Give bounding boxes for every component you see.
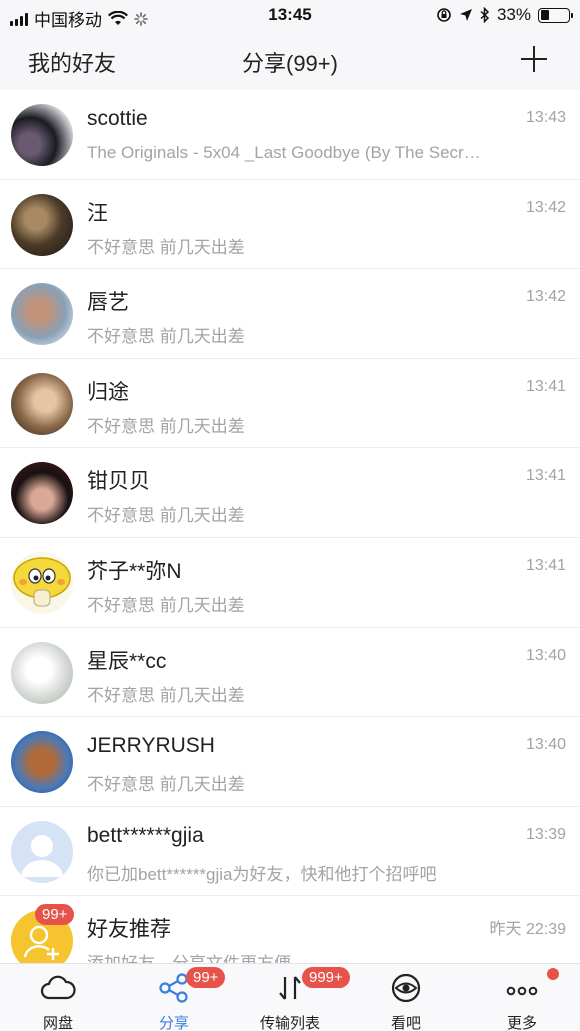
contact-name: 归途: [87, 380, 129, 404]
conversation-row[interactable]: 唇艺 不好意思 前几天出差 13:42: [0, 269, 580, 359]
battery-icon: [538, 7, 573, 23]
eye-icon: [391, 973, 421, 1003]
message-time: 13:40: [525, 736, 566, 754]
tab-more[interactable]: 更多: [464, 964, 580, 1031]
message-time: 昨天 22:39: [489, 921, 567, 939]
contact-name: 钳贝贝: [87, 470, 150, 494]
message-time: 13:43: [525, 109, 566, 126]
tab-label: 看吧: [390, 1015, 421, 1031]
contact-name: 唇艺: [87, 291, 129, 315]
tab-bar: 网盘 99+ 分享 999+ 传输列表 看吧 更多: [0, 963, 580, 1031]
last-message: 不好意思 前几天出差: [87, 416, 245, 436]
conversation-row[interactable]: 钳贝贝 不好意思 前几天出差 13:41: [0, 448, 580, 538]
last-message: 不好意思 前几天出差: [87, 775, 245, 795]
recommend-badge: 99+: [35, 904, 75, 926]
wifi-icon: [108, 10, 128, 25]
orientation-lock-icon: [437, 8, 451, 22]
avatar: [11, 551, 73, 614]
last-message: 不好意思 前几天出差: [87, 595, 245, 615]
contact-name: 星辰**cc: [87, 649, 167, 673]
carrier-info: 中国移动: [10, 6, 148, 31]
location-icon: [459, 9, 472, 21]
last-message: The Originals - 5x04 _Last Goodbye (By T…: [87, 143, 487, 162]
conversation-row[interactable]: bett******gjia 你已加bett******gjia为好友，快和他打…: [0, 806, 580, 897]
share-badge: 99+: [186, 967, 226, 988]
tab-label: 分享: [158, 1015, 189, 1031]
message-time: 13:39: [525, 825, 566, 843]
avatar: [11, 372, 73, 435]
cloud-icon: [40, 975, 76, 1000]
tab-label: 传输列表: [259, 1015, 320, 1031]
avatar: [11, 104, 73, 166]
notification-dot: [547, 968, 559, 980]
message-time: 13:42: [525, 198, 566, 216]
message-time: 13:41: [525, 556, 566, 574]
last-message: 添加好友，分享文件更方便: [87, 949, 487, 963]
status-right: 33%: [436, 5, 573, 25]
conversation-row[interactable]: scottie The Originals - 5x04 _Last Goodb…: [0, 90, 580, 180]
tab-transfer-list[interactable]: 999+ 传输列表: [232, 964, 350, 1031]
carrier-name: 中国移动: [34, 11, 102, 30]
plus-icon[interactable]: [518, 43, 550, 75]
conversation-row[interactable]: 归途 不好意思 前几天出差 13:41: [0, 358, 580, 449]
avatar: [11, 731, 73, 794]
status-bar: 中国移动 13:45 33%: [0, 0, 580, 32]
signal-icon: [10, 12, 28, 26]
conversation-row[interactable]: JERRYRUSH 不好意思 前几天出差 13:40: [0, 717, 580, 807]
avatar: [11, 641, 73, 704]
friend-recommend-row[interactable]: 99+ 好友推荐 添加好友，分享文件更方便 昨天 22:39: [0, 896, 580, 963]
last-message: 不好意思 前几天出差: [87, 506, 245, 526]
avatar: [11, 820, 73, 883]
avatar: [11, 283, 73, 346]
tab-label: 网盘: [42, 1015, 73, 1031]
avatar: [11, 462, 73, 525]
last-message: 不好意思 前几天出差: [87, 685, 245, 705]
tab-watch[interactable]: 看吧: [348, 964, 464, 1031]
message-time: 13:41: [525, 467, 566, 485]
message-time: 13:42: [525, 288, 566, 306]
last-message: 你已加bett******gjia为好友，快和他打个招呼吧: [87, 864, 437, 884]
battery-percent: 33%: [496, 5, 531, 24]
contact-name: scottie: [87, 107, 148, 130]
tab-label: 更多: [506, 1015, 537, 1031]
page-title: 分享(99+): [242, 51, 338, 76]
tab-netdisk[interactable]: 网盘: [0, 964, 116, 1031]
contact-name: bett******gjia: [87, 823, 204, 847]
conversation-row[interactable]: 星辰**cc 不好意思 前几天出差 13:40: [0, 627, 580, 718]
transfer-badge: 999+: [302, 967, 350, 988]
loading-icon: [134, 11, 148, 26]
last-message: 不好意思 前几天出差: [87, 237, 245, 257]
more-icon: [506, 986, 538, 996]
contact-name: 好友推荐: [87, 918, 171, 942]
contact-name: JERRYRUSH: [87, 734, 215, 758]
last-message: 不好意思 前几天出差: [87, 327, 245, 347]
contact-name: 芥子**弥N: [87, 559, 182, 583]
contact-name: 汪: [87, 201, 108, 225]
default-avatar-icon: [21, 834, 63, 877]
conversation-list: scottie The Originals - 5x04 _Last Goodb…: [0, 90, 580, 963]
nav-bar: 我的好友 分享(99+): [0, 32, 580, 90]
message-time: 13:41: [525, 377, 566, 395]
my-friends-button[interactable]: 我的好友: [28, 46, 116, 78]
conversation-row[interactable]: 汪 不好意思 前几天出差 13:42: [0, 179, 580, 270]
bluetooth-icon: [480, 7, 490, 23]
conversation-row[interactable]: 芥子**弥N 不好意思 前几天出差 13:41: [0, 537, 580, 628]
message-time: 13:40: [525, 646, 566, 664]
avatar: [11, 193, 73, 256]
mushroom-avatar-icon: [13, 557, 71, 607]
tab-share[interactable]: 99+ 分享: [116, 964, 232, 1031]
